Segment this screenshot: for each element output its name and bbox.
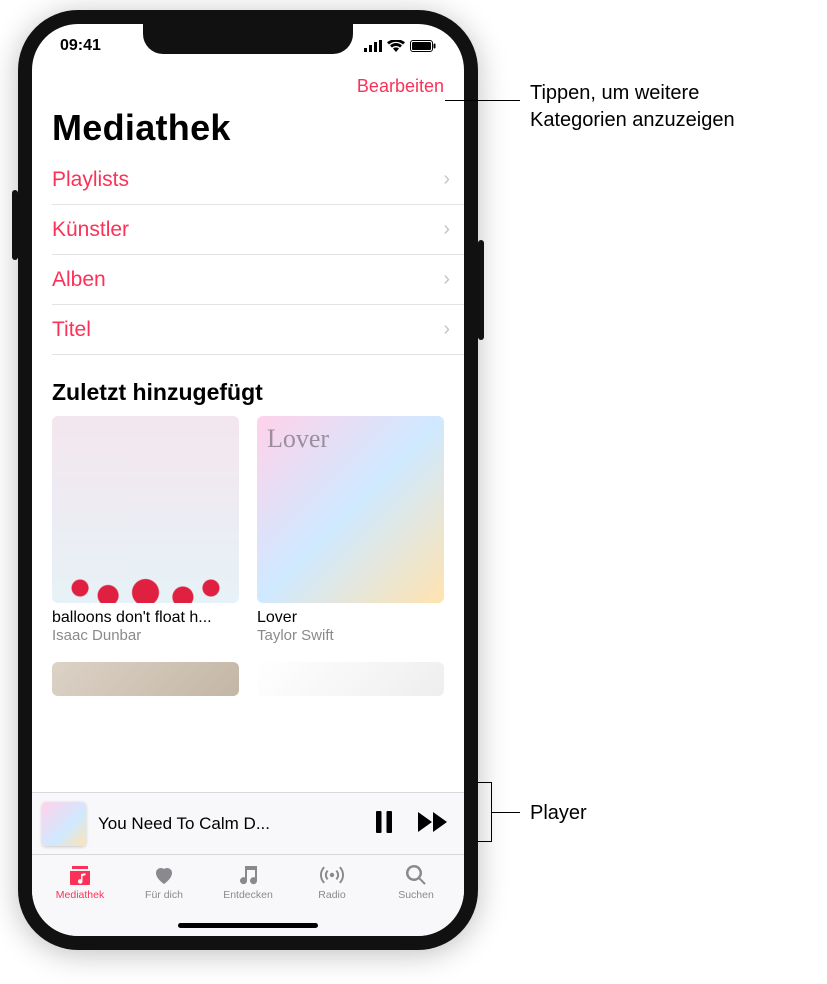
cellular-icon [364, 40, 382, 52]
tab-label: Mediathek [56, 889, 104, 901]
category-playlists[interactable]: Playlists › [52, 155, 464, 205]
category-label: Alben [52, 268, 106, 292]
category-artists[interactable]: Künstler › [52, 205, 464, 255]
album-grid-peek [32, 662, 464, 696]
tab-label: Radio [318, 889, 345, 901]
album-artist: Taylor Swift [257, 627, 444, 644]
battery-icon [410, 40, 436, 52]
screen: 09:41 Bearbeiten Mediathek Playlists [32, 24, 464, 936]
notch [143, 24, 353, 54]
edit-button[interactable]: Bearbeiten [357, 76, 444, 97]
album-art [257, 416, 444, 603]
category-label: Künstler [52, 218, 129, 242]
chevron-right-icon: › [443, 268, 450, 291]
tab-label: Suchen [398, 889, 434, 901]
radio-icon [319, 863, 345, 887]
pause-icon [374, 811, 394, 833]
tab-label: Für dich [145, 889, 183, 901]
album-artist: Isaac Dunbar [52, 627, 239, 644]
album-item[interactable] [52, 662, 239, 696]
tab-library[interactable]: Mediathek [38, 863, 122, 936]
callout-player: Player [530, 800, 587, 827]
next-track-button[interactable] [418, 811, 448, 836]
home-indicator[interactable] [178, 923, 318, 928]
section-header-recent: Zuletzt hinzugefügt [32, 355, 464, 416]
category-label: Playlists [52, 168, 129, 192]
status-time: 09:41 [60, 37, 101, 55]
category-albums[interactable]: Alben › [52, 255, 464, 305]
album-title: Lover [257, 609, 444, 627]
page-title: Mediathek [32, 97, 464, 155]
forward-icon [418, 812, 448, 832]
chevron-right-icon: › [443, 318, 450, 341]
album-art [52, 416, 239, 603]
chevron-right-icon: › [443, 168, 450, 191]
album-item[interactable]: Lover Taylor Swift [257, 416, 444, 644]
album-art [52, 662, 239, 696]
album-title: balloons don't float h... [52, 609, 239, 627]
music-note-icon [235, 863, 261, 887]
search-icon [403, 863, 429, 887]
tab-label: Entdecken [223, 889, 273, 901]
album-item[interactable] [257, 662, 444, 696]
wifi-icon [387, 40, 405, 52]
library-icon [67, 863, 93, 887]
album-art [257, 662, 444, 696]
mini-player[interactable]: You Need To Calm D... [32, 792, 464, 854]
mini-player-art [42, 802, 86, 846]
album-grid-recent: balloons don't float h... Isaac Dunbar L… [32, 416, 464, 644]
pause-button[interactable] [374, 811, 394, 836]
album-item[interactable]: balloons don't float h... Isaac Dunbar [52, 416, 239, 644]
tab-search[interactable]: Suchen [374, 863, 458, 936]
category-songs[interactable]: Titel › [52, 305, 464, 355]
mini-player-title: You Need To Calm D... [98, 814, 362, 834]
callout-edit: Tippen, um weitere Kategorien anzuzeigen [530, 80, 735, 134]
chevron-right-icon: › [443, 218, 450, 241]
category-label: Titel [52, 318, 91, 342]
heart-icon [151, 863, 177, 887]
phone-frame: 09:41 Bearbeiten Mediathek Playlists [18, 10, 478, 950]
category-list: Playlists › Künstler › Alben › Titel › [32, 155, 464, 355]
